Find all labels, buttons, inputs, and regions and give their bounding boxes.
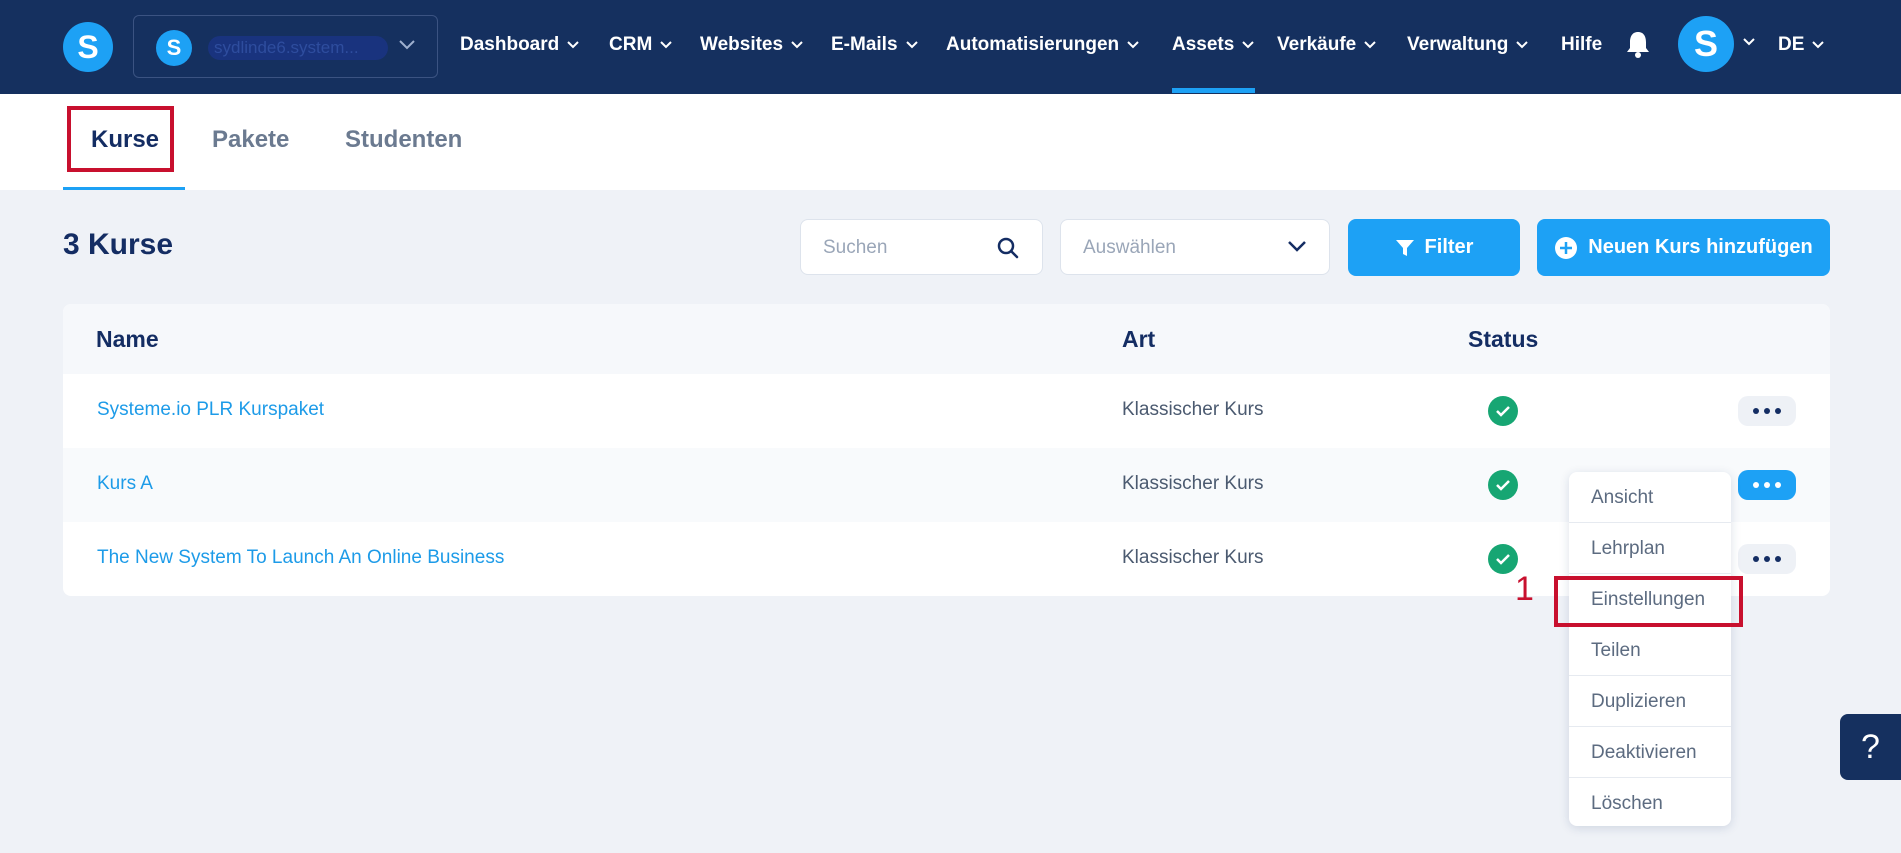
course-name-link[interactable]: The New System To Launch An Online Busin… [97,547,504,569]
chevron-down-icon [1288,241,1306,252]
nav-item-dashboard[interactable]: Dashboard [460,30,579,60]
nav-label: Dashboard [460,34,560,55]
select-placeholder: Auswählen [1083,237,1176,258]
nav-item-websites[interactable]: Websites [700,30,803,60]
dot [1775,408,1781,414]
column-header-status[interactable]: Status [1468,326,1538,353]
type-select[interactable]: Auswählen [1060,219,1330,275]
filter-label: Filter [1424,236,1474,258]
chevron-down-icon [660,41,672,49]
app-logo[interactable]: S [63,22,113,72]
filter-icon [1395,239,1414,256]
add-course-label: Neuen Kurs hinzufügen [1588,236,1813,258]
dot [1753,482,1759,488]
dot [1775,482,1781,488]
active-tab-indicator [63,187,185,190]
chevron-down-icon[interactable] [1743,38,1755,46]
search-input[interactable]: Suchen [800,219,1043,275]
active-nav-indicator [1172,88,1255,93]
nav-item-automatisierungen[interactable]: Automatisierungen [946,30,1139,60]
dot [1775,556,1781,562]
more-actions-button[interactable] [1738,544,1796,574]
nav-item-assets[interactable]: Assets [1172,30,1255,60]
status-check-icon [1488,544,1518,574]
nav-label: Automatisierungen [946,34,1120,55]
tab-pakete[interactable]: Pakete [212,126,289,154]
dot [1753,408,1759,414]
nav-item-verkaufe[interactable]: Verkäufe [1277,30,1376,60]
course-type: Klassischer Kurs [1122,399,1264,420]
chevron-down-icon [1127,41,1139,49]
chevron-down-icon [1516,41,1529,49]
courses-table: Name Art Status Systeme.io PLR Kurspaket… [63,304,1830,596]
language-switcher[interactable]: DE [1778,30,1825,60]
dot [1764,556,1770,562]
annotation-number: 1 [1515,570,1534,608]
course-name-link[interactable]: Kurs A [97,473,153,495]
dot [1753,556,1759,562]
chevron-down-icon [1812,41,1825,49]
workspace-name: sydlinde6.system... [208,36,388,60]
workspace-logo: S [156,30,192,66]
nav-label: Verwaltung [1407,34,1509,55]
chevron-down-icon [1242,41,1255,49]
plus-circle-icon [1555,236,1578,259]
table-header: Name Art Status [63,304,1830,374]
nav-label: Verkäufe [1277,34,1357,55]
row-actions-menu: Ansicht Lehrplan Einstellungen Teilen Du… [1569,472,1731,826]
menu-item-lehrplan[interactable]: Lehrplan [1569,523,1731,574]
search-icon[interactable] [996,236,1020,260]
top-navigation-bar: S S sydlinde6.system... Dashboard CRM We… [0,0,1901,94]
add-course-button[interactable]: Neuen Kurs hinzufügen [1537,219,1830,276]
column-header-name[interactable]: Name [96,326,159,353]
chevron-down-icon [905,41,918,49]
column-header-art[interactable]: Art [1122,326,1155,353]
chevron-down-icon [1364,41,1376,49]
nav-label: Hilfe [1561,34,1603,55]
nav-item-hilfe[interactable]: Hilfe [1561,30,1602,60]
tab-bar: Kurse Pakete Studenten [0,94,1901,190]
dot [1764,408,1770,414]
menu-item-ansicht[interactable]: Ansicht [1569,472,1731,523]
language-label: DE [1778,34,1805,55]
dot [1764,482,1770,488]
help-button[interactable]: ? [1840,714,1901,780]
course-type: Klassischer Kurs [1122,547,1264,568]
filter-button[interactable]: Filter [1348,219,1520,276]
table-row: Kurs A Klassischer Kurs [63,448,1830,522]
more-actions-button[interactable] [1738,396,1796,426]
page-title: 3 Kurse [63,228,174,261]
chevron-down-icon [567,41,579,49]
tab-studenten[interactable]: Studenten [345,126,462,154]
status-check-icon [1488,470,1518,500]
chevron-down-icon [399,40,415,50]
menu-item-duplizieren[interactable]: Duplizieren [1569,676,1731,727]
status-check-icon [1488,396,1518,426]
menu-item-loeschen[interactable]: Löschen [1569,778,1731,826]
more-actions-button[interactable] [1738,470,1796,500]
user-avatar[interactable]: S [1678,16,1734,72]
nav-item-crm[interactable]: CRM [609,30,672,60]
chevron-down-icon [791,41,803,49]
menu-highlight-annotation [1554,576,1743,627]
bell-icon[interactable] [1625,30,1651,58]
workspace-switcher[interactable]: S sydlinde6.system... [133,15,438,78]
nav-label: Assets [1172,34,1235,55]
nav-label: CRM [609,34,653,55]
nav-item-emails[interactable]: E-Mails [831,30,918,60]
menu-item-deaktivieren[interactable]: Deaktivieren [1569,727,1731,778]
table-row: Systeme.io PLR Kurspaket Klassischer Kur… [63,374,1830,448]
nav-item-verwaltung[interactable]: Verwaltung [1407,30,1529,60]
menu-item-teilen[interactable]: Teilen [1569,625,1731,676]
search-placeholder: Suchen [823,237,888,258]
course-name-link[interactable]: Systeme.io PLR Kurspaket [97,399,324,421]
nav-label: E-Mails [831,34,898,55]
nav-label: Websites [700,34,784,55]
course-type: Klassischer Kurs [1122,473,1264,494]
tab-highlight-annotation [67,106,174,172]
